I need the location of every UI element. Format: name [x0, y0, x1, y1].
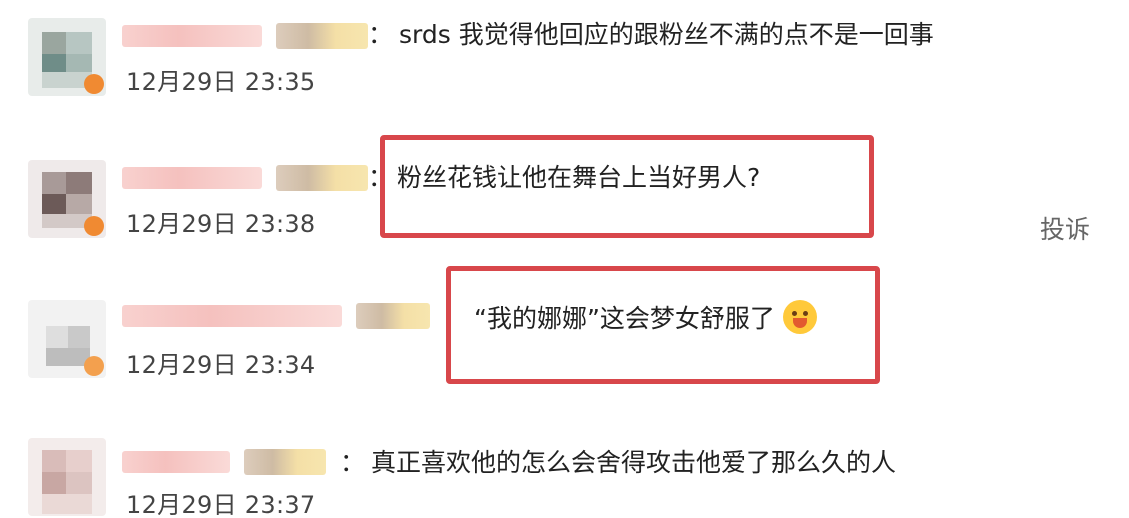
- report-link[interactable]: 投诉: [1040, 213, 1090, 247]
- comment-list: ： srds 我觉得他回应的跟粉丝不满的点不是一回事 12月29日 23:35 ：…: [0, 0, 1129, 518]
- comment-body: 真正喜欢他的怎么会舍得攻击他爱了那么久的人: [371, 448, 897, 477]
- username-blurred[interactable]: [122, 162, 368, 194]
- comment-timestamp: 12月29日 23:38: [126, 210, 316, 238]
- comment-separator: ：: [368, 20, 394, 49]
- comment-text: ：真正喜欢他的怎么会舍得攻击他爱了那么久的人: [340, 446, 896, 480]
- avatar[interactable]: [28, 300, 106, 378]
- avatar[interactable]: [28, 160, 106, 238]
- verified-badge-icon: [84, 356, 104, 376]
- comment-separator: ：: [340, 448, 366, 477]
- comment-timestamp: 12月29日 23:34: [126, 351, 316, 379]
- comment-timestamp: 12月29日 23:37: [126, 491, 316, 518]
- username-blurred[interactable]: [122, 20, 368, 52]
- highlight-box: [446, 266, 880, 384]
- comment-timestamp: 12月29日 23:35: [126, 68, 316, 96]
- avatar[interactable]: [28, 18, 106, 96]
- comment-text: ： srds 我觉得他回应的跟粉丝不满的点不是一回事: [368, 18, 934, 52]
- verified-badge-icon: [84, 216, 104, 236]
- avatar[interactable]: [28, 438, 106, 516]
- username-blurred[interactable]: [122, 446, 326, 478]
- highlight-box: [380, 135, 874, 238]
- username-blurred[interactable]: [122, 300, 430, 332]
- verified-badge-icon: [84, 74, 104, 94]
- comment-body: srds 我觉得他回应的跟粉丝不满的点不是一回事: [399, 20, 934, 49]
